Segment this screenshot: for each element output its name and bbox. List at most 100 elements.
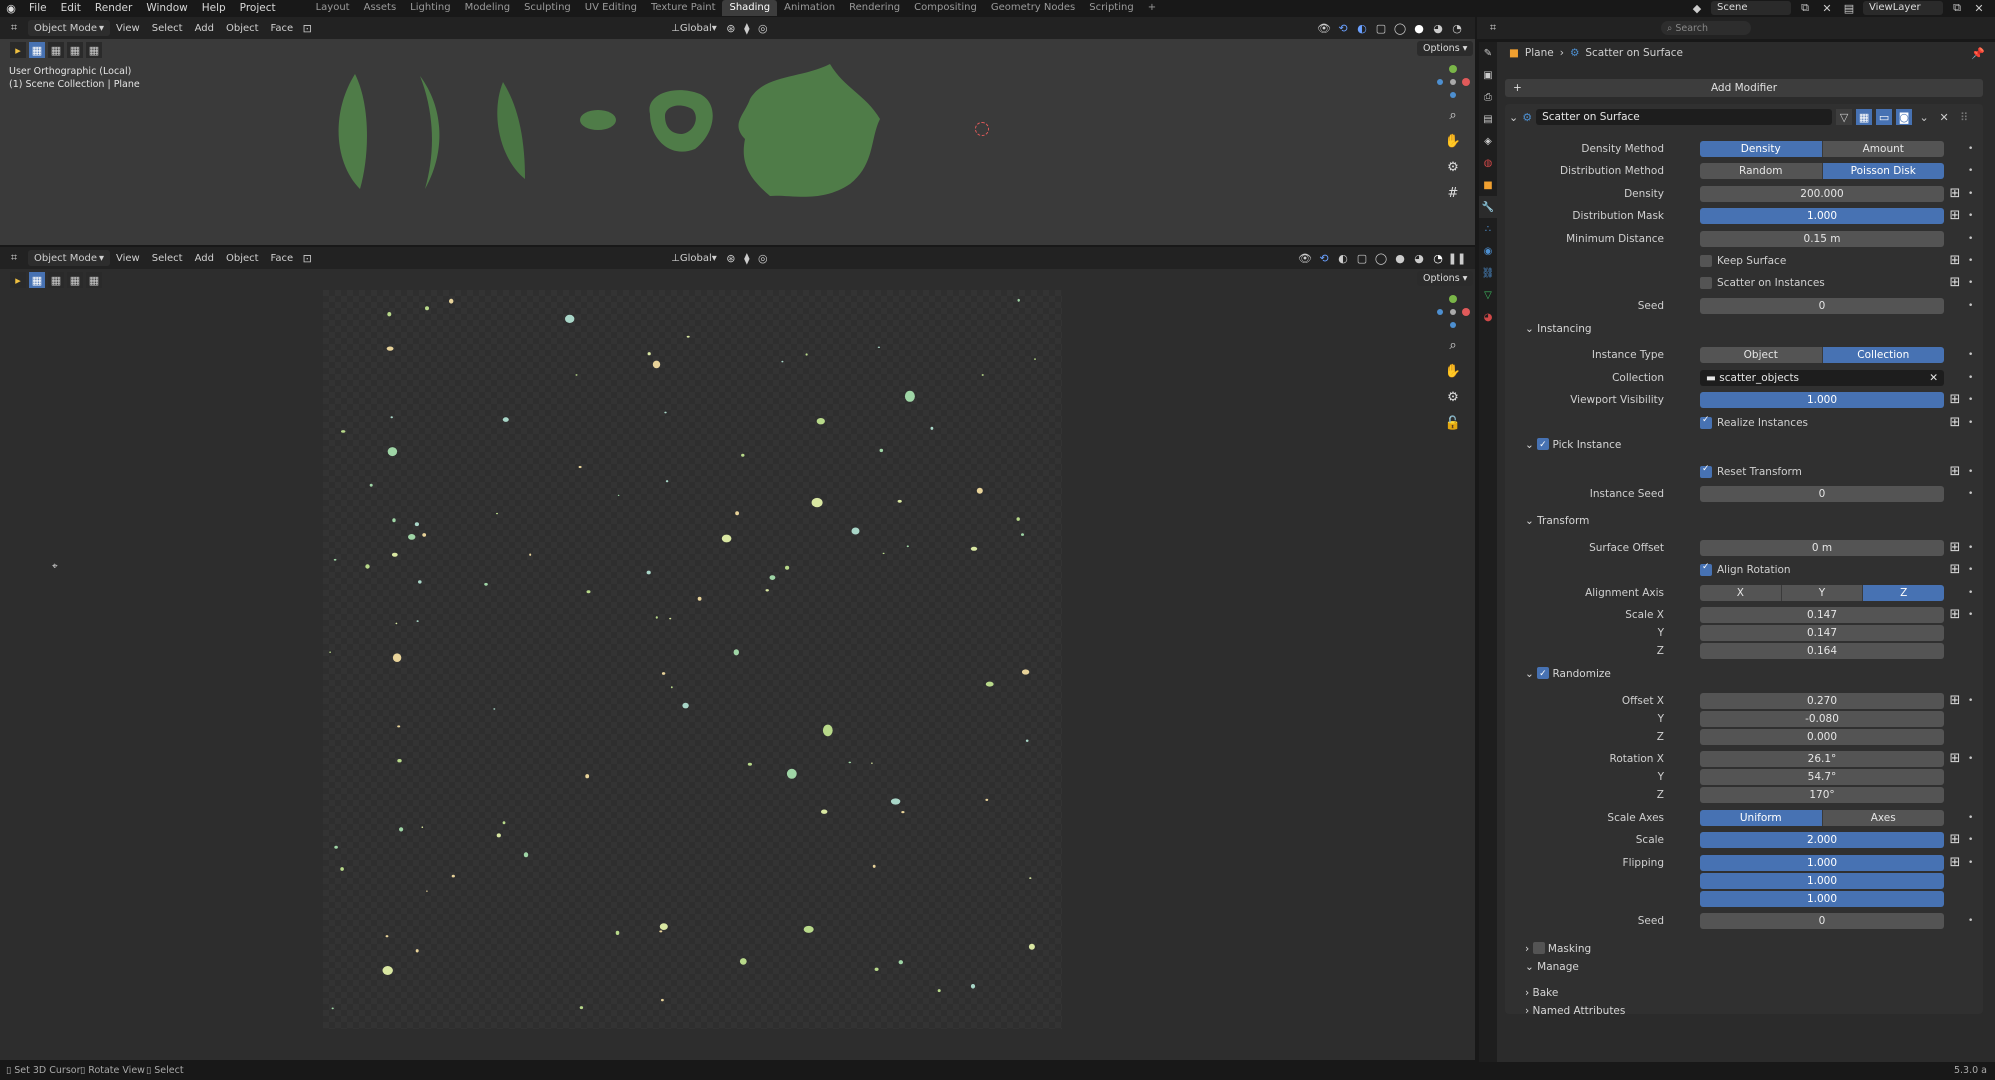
density-field[interactable]: 200.000 [1700, 186, 1944, 202]
mode-dropdown[interactable]: Object Mode ▾ [28, 20, 110, 36]
masking-panel-header[interactable]: › Masking [1525, 940, 1591, 958]
randomize-checkbox[interactable] [1537, 665, 1550, 683]
data-tab-icon[interactable]: ▽ [1479, 284, 1497, 306]
gizmo-toggle-icon[interactable]: ⟲ [1335, 20, 1351, 36]
animate-dot-icon[interactable]: • [1968, 230, 1973, 248]
attribute-toggle-icon[interactable]: ⊞ [1947, 751, 1963, 767]
tab-lighting[interactable]: Lighting [403, 0, 457, 16]
physics-tab-icon[interactable]: ◉ [1479, 240, 1497, 262]
wireframe-shading-icon-2[interactable]: ◯ [1373, 250, 1389, 266]
blender-logo-icon[interactable]: ◉ [0, 0, 22, 16]
select-tool-icon[interactable]: ▸ [10, 42, 26, 58]
animate-dot-icon[interactable]: • [1968, 297, 1973, 315]
manage-panel-header[interactable]: ⌄ Manage [1525, 958, 1579, 976]
attribute-toggle-icon[interactable]: ⊞ [1947, 415, 1963, 431]
modifier-name-field[interactable]: Scatter on Surface [1536, 109, 1833, 125]
menu-render[interactable]: Render [88, 0, 139, 16]
attribute-toggle-icon[interactable]: ⊞ [1947, 186, 1963, 202]
menu-window[interactable]: Window [139, 0, 194, 16]
poisson-disk-option[interactable]: Poisson Disk [1822, 163, 1944, 179]
mode-dropdown-2[interactable]: Object Mode ▾ [28, 250, 110, 266]
offset-z-field[interactable]: 0.000 [1700, 729, 1944, 745]
menu-project[interactable]: Project [233, 0, 283, 16]
axis-x-option[interactable]: X [1700, 585, 1782, 601]
on-cage-toggle-icon[interactable]: ▦ [1856, 109, 1873, 125]
editor-type-icon[interactable]: ⌗ [6, 20, 22, 36]
transform-panel-header[interactable]: ⌄ Transform [1525, 512, 1589, 530]
object-option[interactable]: Object [1700, 347, 1823, 363]
transform-orientation-dropdown[interactable]: ⊥ Global ▾ [665, 20, 723, 36]
animate-dot-icon[interactable]: • [1968, 854, 1973, 872]
properties-editor-icon[interactable]: ⌗ [1485, 20, 1501, 36]
animate-dot-icon[interactable]: • [1968, 561, 1973, 579]
attribute-toggle-icon[interactable]: ⊞ [1947, 392, 1963, 408]
lock-camera-icon[interactable]: 🔓 [1443, 413, 1463, 433]
menu-help[interactable]: Help [195, 0, 233, 16]
object-tab-icon[interactable]: ■ [1479, 174, 1497, 196]
select-menu[interactable]: Select [146, 20, 189, 36]
random-option[interactable]: Random [1700, 163, 1823, 179]
solid-shading-icon[interactable]: ● [1411, 20, 1427, 36]
delete-view-layer-icon[interactable]: ✕ [1971, 0, 1987, 16]
particles-tab-icon[interactable]: ∴ [1479, 218, 1497, 240]
view-layer-selector[interactable]: ViewLayer [1863, 1, 1943, 15]
new-view-layer-icon[interactable]: ⧉ [1949, 0, 1965, 16]
axis-z-option[interactable]: Z [1863, 585, 1944, 601]
axis-gizmo-icon[interactable] [1436, 65, 1470, 99]
view-layer-tab-icon[interactable]: ▤ [1479, 108, 1497, 130]
face-menu[interactable]: Face [265, 20, 300, 36]
random-scale-slider[interactable]: 2.000 [1700, 832, 1944, 848]
animate-dot-icon[interactable]: • [1968, 692, 1973, 710]
animate-dot-icon[interactable]: • [1968, 912, 1973, 930]
select-extend-icon[interactable]: ▦ [48, 42, 64, 58]
editor-type-icon-2[interactable]: ⌗ [6, 250, 22, 266]
pin-icon[interactable]: 📌 [1971, 47, 1985, 60]
tab-modeling[interactable]: Modeling [458, 0, 518, 16]
pivot-icon-2[interactable]: ⊛ [723, 250, 739, 266]
face-menu-2[interactable]: Face [265, 250, 300, 266]
select-subtract-icon[interactable]: ▦ [67, 42, 83, 58]
select-invert-icon[interactable]: ▦ [86, 42, 102, 58]
attribute-toggle-icon[interactable]: ⊞ [1947, 208, 1963, 224]
delete-scene-icon[interactable]: ✕ [1819, 0, 1835, 16]
local-view-icon[interactable]: ⊡ [299, 20, 315, 36]
masking-checkbox[interactable] [1532, 942, 1545, 954]
select-menu-2[interactable]: Select [146, 250, 189, 266]
uniform-option[interactable]: Uniform [1700, 810, 1823, 826]
material-shading-icon[interactable]: ◕ [1430, 20, 1446, 36]
menu-file[interactable]: File [22, 0, 54, 16]
overlay-icon[interactable]: ◐ [1354, 20, 1370, 36]
transform-orientation-dropdown-2[interactable]: ⊥ Global ▾ [665, 250, 723, 266]
animate-dot-icon[interactable]: • [1968, 831, 1973, 849]
animate-dot-icon[interactable]: • [1968, 606, 1973, 624]
xray-icon-2[interactable]: ▢ [1354, 250, 1370, 266]
animate-dot-icon[interactable]: • [1968, 391, 1973, 409]
top-viewport[interactable]: ▸ ▦ ▦ ▦ ▦ User Orthographic (Local) (1) … [0, 39, 1475, 245]
tab-animation[interactable]: Animation [777, 0, 842, 16]
scale-z-field[interactable]: 0.164 [1700, 643, 1944, 659]
animate-dot-icon[interactable]: • [1968, 252, 1973, 270]
world-tab-icon[interactable]: ◍ [1479, 152, 1497, 174]
camera-view-icon-2[interactable]: ⚙ [1443, 387, 1463, 407]
visibility-icon-2[interactable]: 👁 [1297, 250, 1313, 266]
distribution-mask-slider[interactable]: 1.000 [1700, 208, 1944, 224]
animate-dot-icon[interactable]: • [1968, 750, 1973, 768]
scale-x-field[interactable]: 0.147 [1700, 607, 1944, 623]
animate-dot-icon[interactable]: • [1968, 809, 1973, 827]
tab-texture-paint[interactable]: Texture Paint [644, 0, 723, 16]
clear-collection-icon[interactable]: ✕ [1929, 370, 1938, 386]
collapse-chevron-icon[interactable]: ⌄ [1509, 111, 1518, 124]
offset-x-field[interactable]: 0.270 [1700, 693, 1944, 709]
flipping-z-slider[interactable]: 1.000 [1700, 891, 1944, 907]
named-attributes-panel-header[interactable]: › Named Attributes [1525, 1002, 1625, 1020]
attribute-toggle-icon[interactable]: ⊞ [1947, 540, 1963, 556]
collection-field[interactable]: ▬ scatter_objects ✕ [1700, 370, 1944, 386]
animate-dot-icon[interactable]: • [1968, 584, 1973, 602]
material-shading-icon-2[interactable]: ◕ [1411, 250, 1427, 266]
tab-scripting[interactable]: Scripting [1082, 0, 1140, 16]
edit-mode-toggle-icon[interactable]: ▽ [1836, 109, 1853, 125]
animate-dot-icon[interactable]: • [1968, 140, 1973, 158]
keep-surface-checkbox[interactable] [1700, 255, 1712, 267]
seed-field[interactable]: 0 [1700, 298, 1944, 314]
snap-icon[interactable]: ⧫ [739, 20, 755, 36]
